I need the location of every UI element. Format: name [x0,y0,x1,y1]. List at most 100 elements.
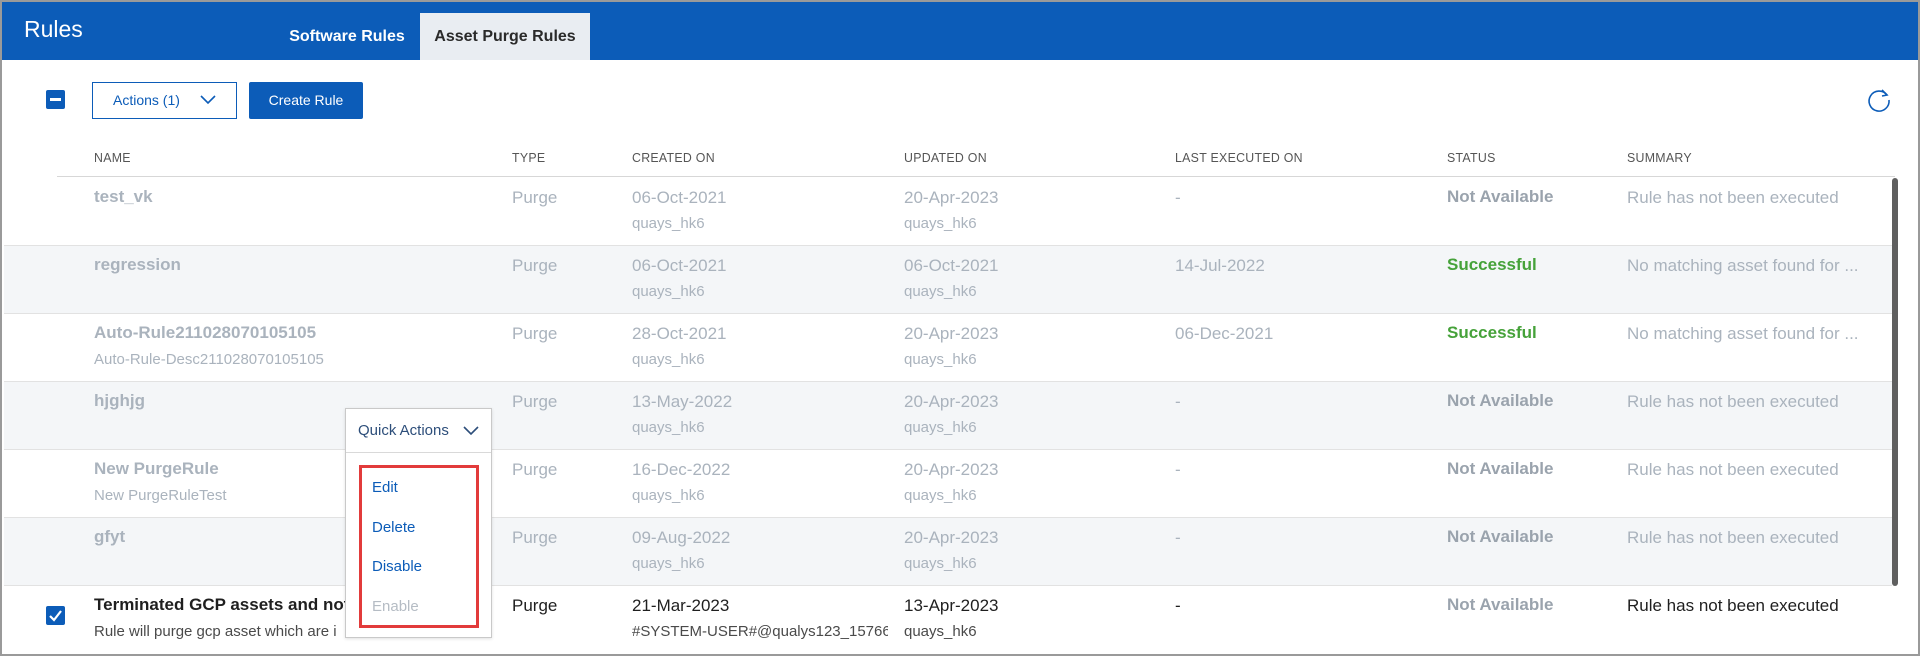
summary-text: No matching asset found for ... [1627,324,1859,343]
created-date: 09-Aug-2022 [632,528,731,547]
menu-item-edit[interactable]: Edit [372,479,398,496]
updated-date: 20-Apr-2023 [904,460,999,479]
table-row[interactable]: test_vk Purge 06-Oct-2021 quays_hk6 20-A… [4,178,1892,246]
summary-text: Rule has not been executed [1627,596,1839,615]
indeterminate-dash-icon [50,98,61,101]
summary-text: Rule has not been executed [1627,188,1839,207]
column-header-last-executed-on[interactable]: LAST EXECUTED ON [1175,150,1303,165]
created-by: quays_hk6 [632,555,705,572]
rule-name[interactable]: Terminated GCP assets and not [94,595,354,615]
status-badge: Not Available [1447,187,1554,206]
last-executed: - [1175,528,1181,547]
quick-actions-menu: Quick Actions Edit Delete Disable Enable [345,408,492,638]
table-row[interactable]: New PurgeRule New PurgeRuleTest Purge 16… [4,450,1892,518]
status-badge: Not Available [1447,595,1554,614]
last-executed: - [1175,596,1181,615]
created-date: 16-Dec-2022 [632,460,731,479]
last-executed: - [1175,460,1181,479]
app-frame: Rules Software Rules Asset Purge Rules A… [0,0,1920,656]
column-header-summary[interactable]: SUMMARY [1627,150,1692,165]
last-executed: - [1175,188,1181,207]
table-scrollbar[interactable] [1892,178,1898,586]
updated-by: quays_hk6 [904,283,977,300]
updated-by: quays_hk6 [904,419,977,436]
created-date: 06-Oct-2021 [632,188,727,207]
refresh-icon[interactable] [1866,87,1892,113]
column-header-updated-on[interactable]: UPDATED ON [904,150,987,165]
updated-date: 13-Apr-2023 [904,596,999,615]
rule-name[interactable]: New PurgeRule [94,459,219,479]
menu-item-enable: Enable [372,598,419,615]
rule-description: Rule will purge gcp asset which are i [94,623,337,640]
chevron-down-icon [463,426,479,436]
tab-asset-purge-rules[interactable]: Asset Purge Rules [420,13,590,60]
updated-date: 06-Oct-2021 [904,256,999,275]
page-title: Rules [24,16,83,42]
updated-date: 20-Apr-2023 [904,528,999,547]
summary-text: Rule has not been executed [1627,528,1839,547]
rule-type: Purge [512,256,558,275]
updated-by: quays_hk6 [904,351,977,368]
column-header-name[interactable]: NAME [94,150,131,165]
rule-name[interactable]: hjghjg [94,391,145,411]
rule-type: Purge [512,324,558,343]
rule-type: Purge [512,460,558,479]
app-header: Rules Software Rules Asset Purge Rules [2,2,1918,60]
summary-text: No matching asset found for ... [1627,256,1859,275]
rule-type: Purge [512,528,558,547]
updated-by: quays_hk6 [904,555,977,572]
created-by: quays_hk6 [632,215,705,232]
rule-type: Purge [512,596,558,615]
table-row[interactable]: regression Purge 06-Oct-2021 quays_hk6 0… [4,246,1892,314]
table-row[interactable]: gfyt Purge 09-Aug-2022 quays_hk6 20-Apr-… [4,518,1892,586]
summary-text: Rule has not been executed [1627,392,1839,411]
last-executed: - [1175,392,1181,411]
table-row[interactable]: hjghjg Purge 13-May-2022 quays_hk6 20-Ap… [4,382,1892,450]
created-date: 21-Mar-2023 [632,596,730,615]
updated-by: quays_hk6 [904,487,977,504]
quick-actions-label: Quick Actions [358,422,449,439]
rule-name[interactable]: regression [94,255,181,275]
column-header-status[interactable]: STATUS [1447,150,1496,165]
tab-software-rules[interactable]: Software Rules [274,13,420,60]
last-executed: 14-Jul-2022 [1175,256,1265,275]
created-by: quays_hk6 [632,419,705,436]
status-badge: Not Available [1447,459,1554,478]
rule-name[interactable]: test_vk [94,187,153,207]
check-icon [49,610,62,622]
rule-name[interactable]: Auto-Rule211028070105105 [94,323,316,343]
table-row[interactable]: Auto-Rule211028070105105 Auto-Rule-Desc2… [4,314,1892,382]
menu-item-disable[interactable]: Disable [372,558,422,575]
menu-item-delete[interactable]: Delete [372,519,415,536]
rule-name[interactable]: gfyt [94,527,125,547]
status-badge: Successful [1447,323,1537,342]
updated-date: 20-Apr-2023 [904,324,999,343]
rule-type: Purge [512,392,558,411]
row-checkbox-checked[interactable] [46,606,65,625]
status-badge: Not Available [1447,527,1554,546]
create-rule-button[interactable]: Create Rule [249,82,363,119]
highlight-box: Edit Delete Disable Enable [359,465,479,628]
summary-text: Rule has not been executed [1627,460,1839,479]
created-date: 13-May-2022 [632,392,733,411]
status-badge: Not Available [1447,391,1554,410]
quick-actions-toggle[interactable]: Quick Actions [346,409,491,453]
actions-label: Actions (1) [113,92,180,108]
created-by: quays_hk6 [632,351,705,368]
status-badge: Successful [1447,255,1537,274]
header-divider [57,176,1895,177]
table-row-selected[interactable]: Terminated GCP assets and not Rule will … [4,586,1892,654]
column-header-created-on[interactable]: CREATED ON [632,150,715,165]
column-header-type[interactable]: TYPE [512,150,545,165]
actions-dropdown-button[interactable]: Actions (1) [92,82,237,119]
updated-date: 20-Apr-2023 [904,392,999,411]
created-by: quays_hk6 [632,487,705,504]
chevron-down-icon [200,95,216,105]
rule-type: Purge [512,188,558,207]
select-all-checkbox[interactable] [46,90,65,109]
created-by: quays_hk6 [632,283,705,300]
updated-by: quays_hk6 [904,215,977,232]
created-by: #SYSTEM-USER#@qualys123_15766 [632,623,888,640]
last-executed: 06-Dec-2021 [1175,324,1274,343]
rule-description: Auto-Rule-Desc211028070105105 [94,351,324,368]
